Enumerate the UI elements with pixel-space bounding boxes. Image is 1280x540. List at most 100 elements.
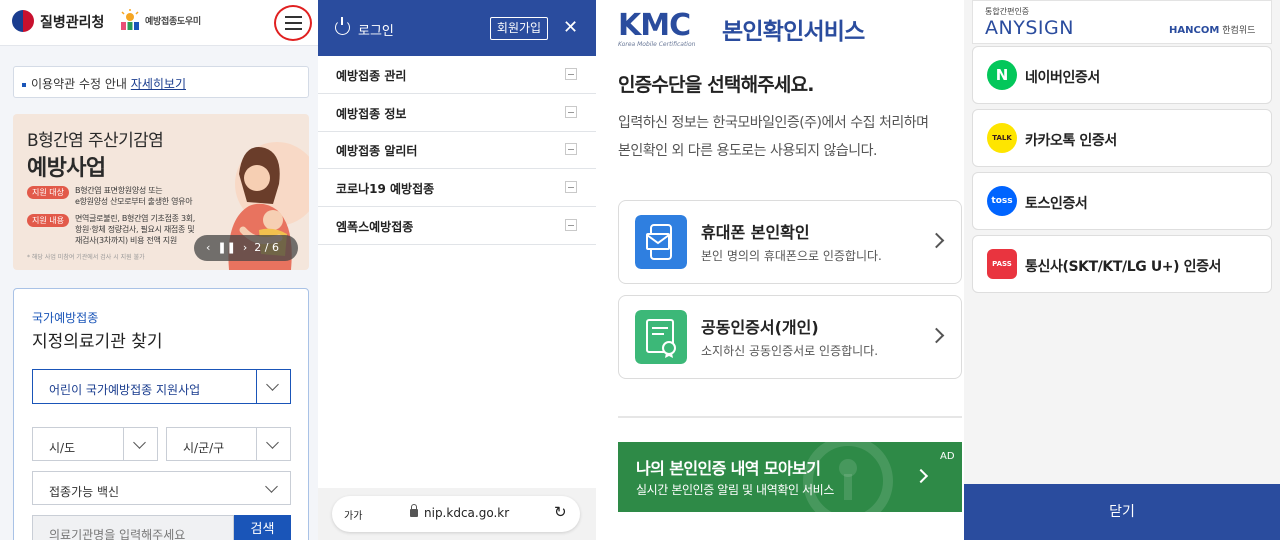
- header-subtitle: 통합간편인증: [985, 7, 1030, 16]
- phone-verification-option[interactable]: 휴대폰 본인확인 본인 명의의 휴대폰으로 인증합니다.: [618, 200, 962, 284]
- chevron-down-icon: [123, 428, 157, 460]
- menu-item-vaccination-management[interactable]: 예방접종 관리: [318, 56, 596, 94]
- finder-subtitle: 국가예방접종: [32, 311, 99, 325]
- kmc-logo: KMC: [618, 8, 691, 43]
- phone-message-icon: [635, 215, 687, 269]
- option-title: 공동인증서(개인): [701, 318, 819, 337]
- slide-controls: ‹ ❚❚ › 2 / 6: [194, 235, 298, 261]
- sido-select[interactable]: 시/도: [32, 427, 158, 461]
- pass-icon: PASS: [987, 249, 1017, 279]
- notice-text: 이용약관 수정 안내: [31, 77, 127, 91]
- chevron-right-icon: [928, 232, 945, 249]
- content-text-1: 면역글로불린, B형간염 기초접종 3회,: [75, 214, 196, 223]
- privacy-line-1: 입력하신 정보는 한국모바일인증(주)에서 수집 처리하며: [618, 115, 929, 131]
- auth-method-heading: 인증수단을 선택해주세요.: [618, 74, 815, 96]
- next-slide-icon[interactable]: ›: [243, 241, 247, 254]
- menu-item-vaccination-info[interactable]: 예방접종 정보: [318, 94, 596, 132]
- privacy-line-2: 본인확인 외 다른 용도로는 사용되지 않습니다.: [618, 143, 877, 159]
- banner-footnote: * 해당 사업 미참여 기관에서 검사 시 지원 불가: [27, 254, 145, 261]
- menu-top-bar: 로그인 회원가입 ✕: [318, 0, 596, 56]
- menu-item-label: 엠폭스예방접종: [336, 220, 414, 234]
- naver-cert-button[interactable]: N 네이버인증서: [972, 46, 1272, 104]
- chevron-right-icon: [928, 327, 945, 344]
- menu-item-label: 예방접종 정보: [336, 107, 407, 121]
- certificate-icon: [635, 310, 687, 364]
- naver-icon: N: [987, 60, 1017, 90]
- chevron-down-icon: [256, 472, 290, 504]
- menu-item-vaccination-alerts[interactable]: 예방접종 알리터: [318, 131, 596, 169]
- kmc-logo-subtitle: Korea Mobile Certification: [618, 41, 696, 48]
- site-header: 질병관리청 예방접종도우미: [0, 0, 318, 46]
- menu-item-label: 예방접종 관리: [336, 69, 407, 83]
- hancom-korean-text: 한컴위드: [1222, 26, 1256, 36]
- target-text-1: B형간염 표면항원양성 또는: [75, 186, 163, 195]
- vaccine-select[interactable]: 접종가능 백신: [32, 471, 291, 505]
- hancom-logo-text: HANCOM: [1169, 25, 1220, 36]
- chevron-right-icon: [913, 468, 929, 484]
- content-text-2: 항원·항체 정량검사, 필요시 재접종 및: [75, 225, 195, 234]
- close-button[interactable]: 닫기: [964, 484, 1280, 540]
- pause-icon[interactable]: ❚❚: [217, 241, 235, 254]
- collapse-icon[interactable]: [565, 68, 577, 80]
- anysign-header: 통합간편인증 ANYSIGN HANCOM 한컴위드: [972, 0, 1272, 44]
- option-description: 소지하신 공동인증서로 인증합니다.: [701, 344, 879, 358]
- collapse-icon[interactable]: [565, 106, 577, 118]
- sido-select-value: 시/도: [49, 441, 76, 455]
- prev-slide-icon[interactable]: ‹: [206, 241, 210, 254]
- collapse-icon[interactable]: [565, 219, 577, 231]
- target-text-2: e항원양성 산모로부터 출생한 영유아: [75, 197, 193, 206]
- chevron-down-icon: [256, 428, 290, 460]
- program-select[interactable]: 어린이 국가예방접종 지원사업: [32, 369, 291, 404]
- vaccine-select-value: 접종가능 백신: [49, 485, 120, 499]
- provider-label: 네이버인증서: [1025, 70, 1100, 86]
- join-button[interactable]: 회원가입: [490, 17, 548, 40]
- reload-icon[interactable]: ↻: [554, 503, 567, 521]
- provider-label: 토스인증서: [1025, 196, 1088, 212]
- hancom-logo: HANCOM 한컴위드: [1169, 23, 1255, 36]
- privacy-notice: 입력하신 정보는 한국모바일인증(주)에서 수집 처리하며 본인확인 외 다른 …: [618, 109, 929, 165]
- login-link[interactable]: 로그인: [358, 20, 394, 39]
- sigungu-select-value: 시/군/구: [183, 441, 225, 455]
- lock-icon: [410, 504, 418, 517]
- collapse-icon[interactable]: [565, 181, 577, 193]
- certificate-option[interactable]: 공동인증서(개인) 소지하신 공동인증서로 인증합니다.: [618, 295, 962, 379]
- kmc-identity-panel: KMC Korea Mobile Certification 본인확인서비스 인…: [596, 0, 964, 540]
- close-menu-icon[interactable]: ✕: [563, 17, 578, 39]
- toss-cert-button[interactable]: toss 토스인증서: [972, 172, 1272, 230]
- promo-banner[interactable]: B형간염 주산기감염 예방사업 지원 대상 B형간염 표면항원양성 또는 e항원…: [13, 114, 309, 270]
- provider-label: 통신사(SKT/KT/LG U+) 인증서: [1025, 259, 1222, 275]
- menu-item-covid19[interactable]: 코로나19 예방접종: [318, 169, 596, 207]
- url-field[interactable]: 가가 nip.kdca.go.kr ↻: [332, 496, 580, 532]
- ad-description: 실시간 본인인증 알림 및 내역확인 서비스: [636, 483, 834, 497]
- agency-name[interactable]: 질병관리청: [40, 12, 104, 32]
- hamburger-menu-button[interactable]: [274, 5, 312, 41]
- anysign-logo: ANYSIGN: [985, 17, 1074, 39]
- browser-address-bar: 가가 nip.kdca.go.kr ↻: [318, 488, 596, 540]
- telecom-pass-cert-button[interactable]: PASS 통신사(SKT/KT/LG U+) 인증서: [972, 235, 1272, 293]
- ad-banner[interactable]: 나의 본인인증 내역 모아보기 실시간 본인인증 알림 및 내역확인 서비스 A…: [618, 442, 962, 512]
- clinic-search-button[interactable]: 검색: [234, 515, 291, 540]
- ad-badge: AD: [940, 451, 955, 462]
- kakaotalk-icon: TALK: [987, 123, 1017, 153]
- menu-item-label: 코로나19 예방접종: [336, 182, 435, 196]
- sigungu-select[interactable]: 시/군/구: [166, 427, 291, 461]
- clinic-search-input[interactable]: 의료기관명을 입력해주세요: [32, 515, 234, 540]
- power-icon: [335, 17, 350, 35]
- clinic-finder: 국가예방접종 지정의료기관 찾기 어린이 국가예방접종 지원사업 시/도 시/군…: [13, 288, 309, 540]
- text-size-button[interactable]: 가가: [344, 507, 362, 522]
- ad-title: 나의 본인인증 내역 모아보기: [636, 459, 821, 478]
- target-badge: 지원 대상: [27, 186, 69, 199]
- kdca-logo-icon: [12, 10, 34, 32]
- notice-bar: 이용약관 수정 안내 자세히보기: [13, 66, 309, 98]
- collapse-icon[interactable]: [565, 143, 577, 155]
- content-badge: 지원 내용: [27, 214, 69, 227]
- vaccination-helper-logo-icon: [121, 9, 139, 30]
- slide-counter: 2 / 6: [254, 241, 279, 254]
- notice-detail-link[interactable]: 자세히보기: [131, 77, 186, 91]
- menu-item-mpox[interactable]: 엠폭스예방접종: [318, 207, 596, 245]
- banner-title-line2: 예방사업: [27, 156, 106, 181]
- banner-title-line1: B형간염 주산기감염: [27, 131, 164, 151]
- program-select-value: 어린이 국가예방접종 지원사업: [49, 383, 201, 397]
- kakao-cert-button[interactable]: TALK 카카오톡 인증서: [972, 109, 1272, 167]
- finder-title: 지정의료기관 찾기: [32, 332, 163, 352]
